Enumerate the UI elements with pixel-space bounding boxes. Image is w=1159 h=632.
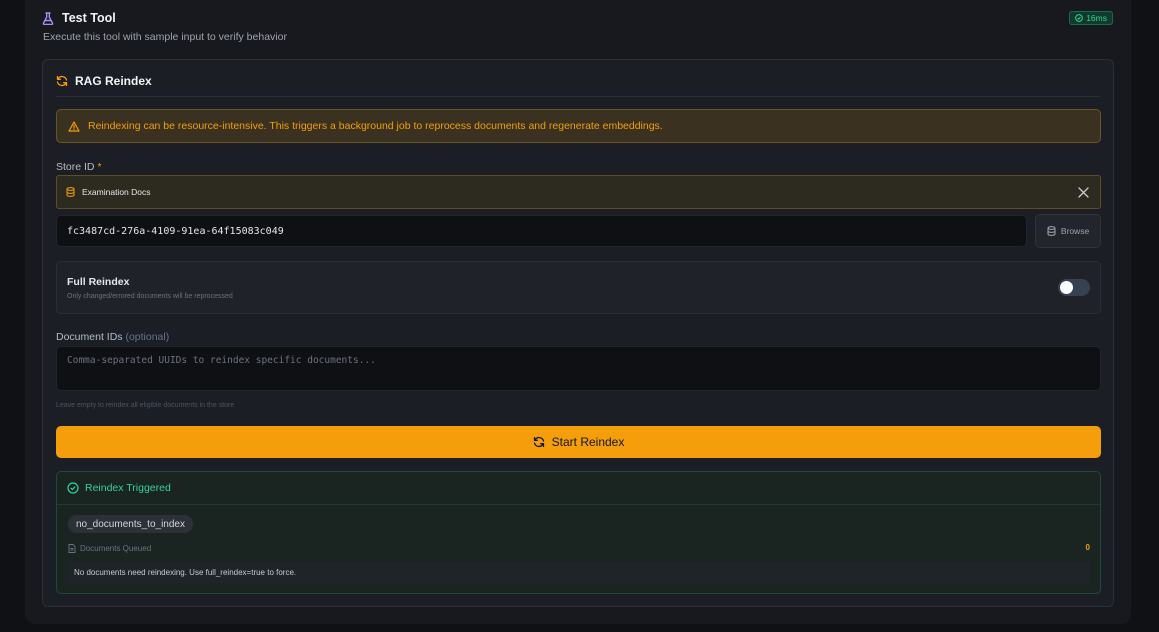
card-title-text: RAG Reindex: [75, 74, 152, 88]
document-ids-input[interactable]: [56, 346, 1101, 391]
start-reindex-label: Start Reindex: [551, 435, 625, 449]
document-ids-hint: Leave empty to reindex all eligible docu…: [56, 402, 235, 409]
refresh-icon: [533, 436, 545, 448]
check-circle-icon: [67, 482, 79, 494]
warning-banner: Reindexing can be resource-intensive. Th…: [56, 109, 1101, 143]
store-id-label: Store ID *: [56, 161, 102, 173]
start-reindex-button[interactable]: Start Reindex: [56, 426, 1101, 458]
document-ids-label: Document IDs (optional): [56, 331, 169, 343]
timing-value: 16ms: [1086, 13, 1107, 23]
documents-queued-row: Documents Queued: [68, 542, 151, 554]
header-title: Test Tool: [62, 11, 116, 25]
test-tool-header: Test Tool: [42, 11, 116, 25]
required-mark: *: [97, 161, 102, 173]
selected-store-chip[interactable]: Examination Docs: [56, 175, 1101, 209]
result-title: Reindex Triggered: [85, 482, 171, 494]
check-circle-icon: [1075, 14, 1084, 22]
result-panel: Reindex Triggered no_documents_to_index …: [56, 471, 1101, 594]
flask-icon: [42, 11, 54, 25]
database-icon: [66, 187, 75, 197]
warning-icon: [68, 120, 80, 132]
refresh-icon: [56, 75, 68, 87]
store-id-input[interactable]: [56, 215, 1027, 247]
result-header: Reindex Triggered: [67, 481, 171, 495]
status-badge: no_documents_to_index: [68, 515, 193, 533]
full-reindex-option: Full Reindex Only changed/errored docume…: [56, 261, 1101, 314]
database-icon: [1047, 226, 1056, 236]
close-icon[interactable]: [1077, 186, 1090, 199]
browse-label: Browse: [1060, 226, 1090, 236]
result-message: No documents need reindexing. Use full_r…: [68, 562, 1090, 583]
documents-queued-value: 0: [1085, 543, 1090, 552]
documents-queued-label: Documents Queued: [80, 543, 152, 553]
warning-text: Reindexing can be resource-intensive. Th…: [88, 120, 663, 132]
document-icon: [68, 543, 76, 553]
full-reindex-description: Only changed/errored documents will be r…: [67, 293, 233, 300]
store-id-label-text: Store ID: [56, 161, 95, 173]
document-ids-label-text: Document IDs: [56, 331, 123, 343]
toggle-knob: [1060, 281, 1073, 294]
result-divider: [57, 504, 1100, 505]
selected-store-name: Examination Docs: [82, 187, 151, 197]
full-reindex-label: Full Reindex: [67, 276, 130, 288]
browse-button[interactable]: Browse: [1035, 214, 1101, 248]
timing-badge: 16ms: [1069, 11, 1113, 25]
header-subtitle: Execute this tool with sample input to v…: [43, 31, 287, 43]
full-reindex-toggle[interactable]: [1058, 279, 1090, 296]
optional-mark: (optional): [125, 331, 170, 343]
card-divider: [56, 96, 1100, 97]
card-title: RAG Reindex: [56, 73, 152, 89]
